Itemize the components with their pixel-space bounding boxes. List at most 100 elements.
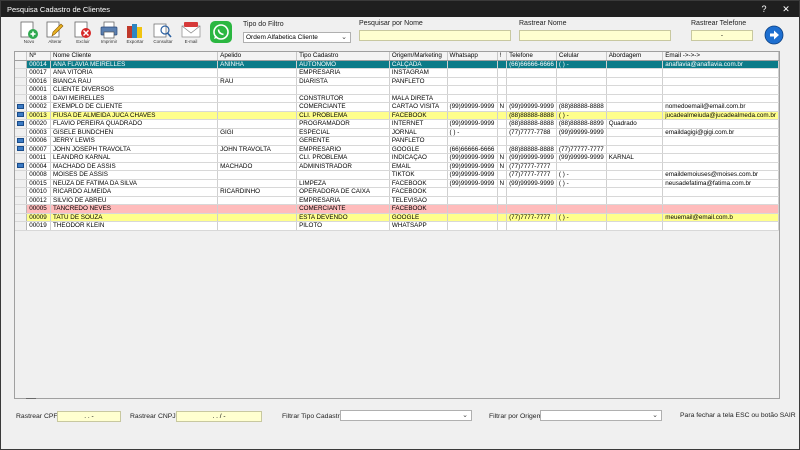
- cell-telefone: [506, 77, 557, 86]
- clients-grid[interactable]: Nº Nome Cliente Apelido Tipo Cadastro Or…: [14, 51, 780, 399]
- table-row[interactable]: 00016 BIANCA RAU RAU DIARISTA PANFLETO: [15, 77, 779, 86]
- cell-flag: [497, 187, 508, 197]
- whatsapp-button[interactable]: [209, 20, 233, 46]
- header-whatsapp[interactable]: Whatsapp: [447, 52, 498, 61]
- cell-abordagem: [606, 187, 664, 197]
- cell-flag: [497, 128, 508, 137]
- table-row[interactable]: 00014 ANA FLAVIA MEIRELLES ANINHA AUTONOMO C…: [15, 60, 779, 69]
- row-indicator: [15, 128, 28, 137]
- cell-nome: GISELE BUNDCHEN: [50, 128, 219, 137]
- table-row[interactable]: 00018 DAVI MEIRELLES CONSTRUTOR MALA DIRETA: [15, 94, 779, 103]
- table-row[interactable]: 00013 FIUSA DE ALMEIDA JUCA CHAVES CLI. PR…: [15, 111, 779, 120]
- rastrear-telefone-label: Rastrear Telefone: [691, 20, 747, 27]
- cell-abordagem: [606, 68, 664, 78]
- cell-email: [662, 77, 779, 86]
- consultar-button[interactable]: Consultar: [152, 20, 174, 46]
- tipo-filtro-select[interactable]: Ordem Alfabetica Cliente ⌄: [243, 32, 351, 43]
- rastrear-cnpj-input[interactable]: [176, 411, 262, 422]
- cell-origem: INTERNET: [389, 119, 448, 129]
- header-email[interactable]: Email ->->->: [662, 52, 779, 61]
- cell-flag: [497, 145, 508, 154]
- cell-nome: JERRY LEWIS: [50, 136, 219, 146]
- cell-flag: N: [497, 102, 508, 112]
- header-origem[interactable]: Origem/Marketing: [389, 52, 448, 61]
- header-celular[interactable]: Celular: [556, 52, 607, 61]
- table-row[interactable]: 00009 TATU DE SOUZA ESTA DEVENDO GOOGLE (77)…: [15, 213, 779, 222]
- help-button[interactable]: ?: [757, 3, 771, 15]
- cell-abordagem: [606, 196, 664, 205]
- cell-celular: (99)99999-9999: [556, 128, 607, 137]
- cell-numero: 00009: [26, 213, 52, 222]
- cell-celular: (99)99999-9999: [556, 153, 607, 163]
- cell-flag: [497, 196, 508, 205]
- cell-nome: EXEMPLO DE CLIENTE: [50, 102, 219, 112]
- header-flag[interactable]: !: [497, 52, 508, 61]
- cell-origem: JORNAL: [389, 128, 448, 137]
- table-row[interactable]: 00017 ANA VITÓRIA EMPRESARIA INSTAGRAM: [15, 68, 779, 78]
- email-button[interactable]: E-mail: [180, 20, 202, 46]
- cell-abordagem: KARNAL: [606, 153, 664, 163]
- header-numero[interactable]: Nº: [26, 52, 52, 61]
- table-row[interactable]: 00006 JERRY LEWIS GERENTE PANFLETO: [15, 136, 779, 146]
- excluir-button[interactable]: Excluir: [72, 20, 94, 46]
- table-row[interactable]: 00015 NEUZA DE FATIMA DA SILVA LIMPEZA FACE…: [15, 179, 779, 188]
- header-abordagem[interactable]: Abordagem: [606, 52, 664, 61]
- table-row[interactable]: 00019 THEODOR KLEIN PILOTO WHATSAPP: [15, 221, 779, 231]
- cell-tipo-cadastro: ESTA DEVENDO: [296, 213, 390, 222]
- cell-apelido: [217, 102, 298, 112]
- consultar-label: Consultar: [153, 39, 173, 44]
- header-apelido[interactable]: Apelido: [217, 52, 298, 61]
- header-tipo-cadastro[interactable]: Tipo Cadastro: [296, 52, 390, 61]
- table-row[interactable]: 00008 MOISES DE ASSIS TIKTOK (99)99999-9999…: [15, 170, 779, 180]
- table-row[interactable]: 00011 LEANDRO KARNAL CLI. PROBLEMA INDICAÇÃ…: [15, 153, 779, 163]
- go-button[interactable]: [764, 25, 784, 45]
- cell-numero: 00005: [26, 204, 52, 214]
- table-row[interactable]: 00007 JOHN JOSEPH TRAVOLTA JOHN TRAVOLTA EM…: [15, 145, 779, 154]
- cell-celular: (88)88888-8899: [556, 119, 607, 129]
- table-row[interactable]: 00020 FLAVIO PEREIRA QUADRADO PROGRAMADOR I…: [15, 119, 779, 129]
- exportar-button[interactable]: Exportar: [124, 20, 146, 46]
- printer-icon: [100, 21, 118, 39]
- cell-origem: TELEVISÃO: [389, 196, 448, 205]
- cell-abordagem: [606, 136, 664, 146]
- cell-whatsapp: (99)99999-9999: [447, 119, 498, 129]
- filtrar-tipo-select[interactable]: ⌄: [340, 410, 472, 421]
- imprimir-button[interactable]: Imprimir: [98, 20, 120, 46]
- cell-tipo-cadastro: DIARISTA: [296, 77, 390, 86]
- cell-apelido: [217, 119, 298, 129]
- header-telefone[interactable]: Telefone: [506, 52, 557, 61]
- alterar-button[interactable]: Alterar: [44, 20, 66, 46]
- cell-celular: ( ) -: [556, 213, 607, 222]
- cell-apelido: [217, 68, 298, 78]
- filtrar-origem-select[interactable]: ⌄: [540, 410, 662, 421]
- horizontal-scrollbar[interactable]: [26, 398, 36, 399]
- rastrear-telefone-input[interactable]: [691, 30, 753, 41]
- pesquisar-nome-input[interactable]: [359, 30, 511, 41]
- table-row[interactable]: 00012 SILVIO DE ABREU EMPRESARIA TELEVISÃO: [15, 196, 779, 205]
- header-nome[interactable]: Nome Cliente: [50, 52, 219, 61]
- rastrear-cpf-input[interactable]: [57, 411, 121, 422]
- cell-telefone: (99)99999-9999: [506, 153, 557, 163]
- table-row[interactable]: 00005 TANCREDO NEVES COMERCIANTE FACEBOOK: [15, 204, 779, 214]
- chevron-down-icon: ⌄: [462, 412, 468, 419]
- rastrear-nome-input[interactable]: [519, 30, 671, 41]
- cell-numero: 00001: [26, 85, 52, 95]
- table-row[interactable]: 00002 EXEMPLO DE CLIENTE COMERCIANTE CARTÃO…: [15, 102, 779, 112]
- cell-celular: ( ) -: [556, 170, 607, 180]
- row-indicator: [15, 102, 28, 112]
- cell-email: [662, 85, 779, 95]
- cell-flag: [497, 213, 508, 222]
- novo-button[interactable]: Novo: [18, 20, 40, 46]
- cell-nome: FIUSA DE ALMEIDA JUCA CHAVES: [50, 111, 219, 120]
- cell-tipo-cadastro: ESPECIAL: [296, 128, 390, 137]
- cell-nome: TANCREDO NEVES: [50, 204, 219, 214]
- table-row[interactable]: 00004 MACHADO DE ASSIS MACHADO ADMINISTRADO…: [15, 162, 779, 171]
- table-row[interactable]: 00003 GISELE BUNDCHEN GIGI ESPECIAL JORNAL( …: [15, 128, 779, 137]
- table-row[interactable]: 00001 CLIENTE DIVERSOS: [15, 85, 779, 95]
- cell-apelido: MACHADO: [217, 162, 298, 171]
- cell-whatsapp: (99)99999-9999: [447, 179, 498, 188]
- table-row[interactable]: 00010 RICARDO ALMEIDA RICARDINHO OPERADORA …: [15, 187, 779, 197]
- close-button[interactable]: ✕: [779, 3, 793, 15]
- cell-celular: [556, 94, 607, 103]
- cell-telefone: (66)66666-6666: [506, 60, 557, 69]
